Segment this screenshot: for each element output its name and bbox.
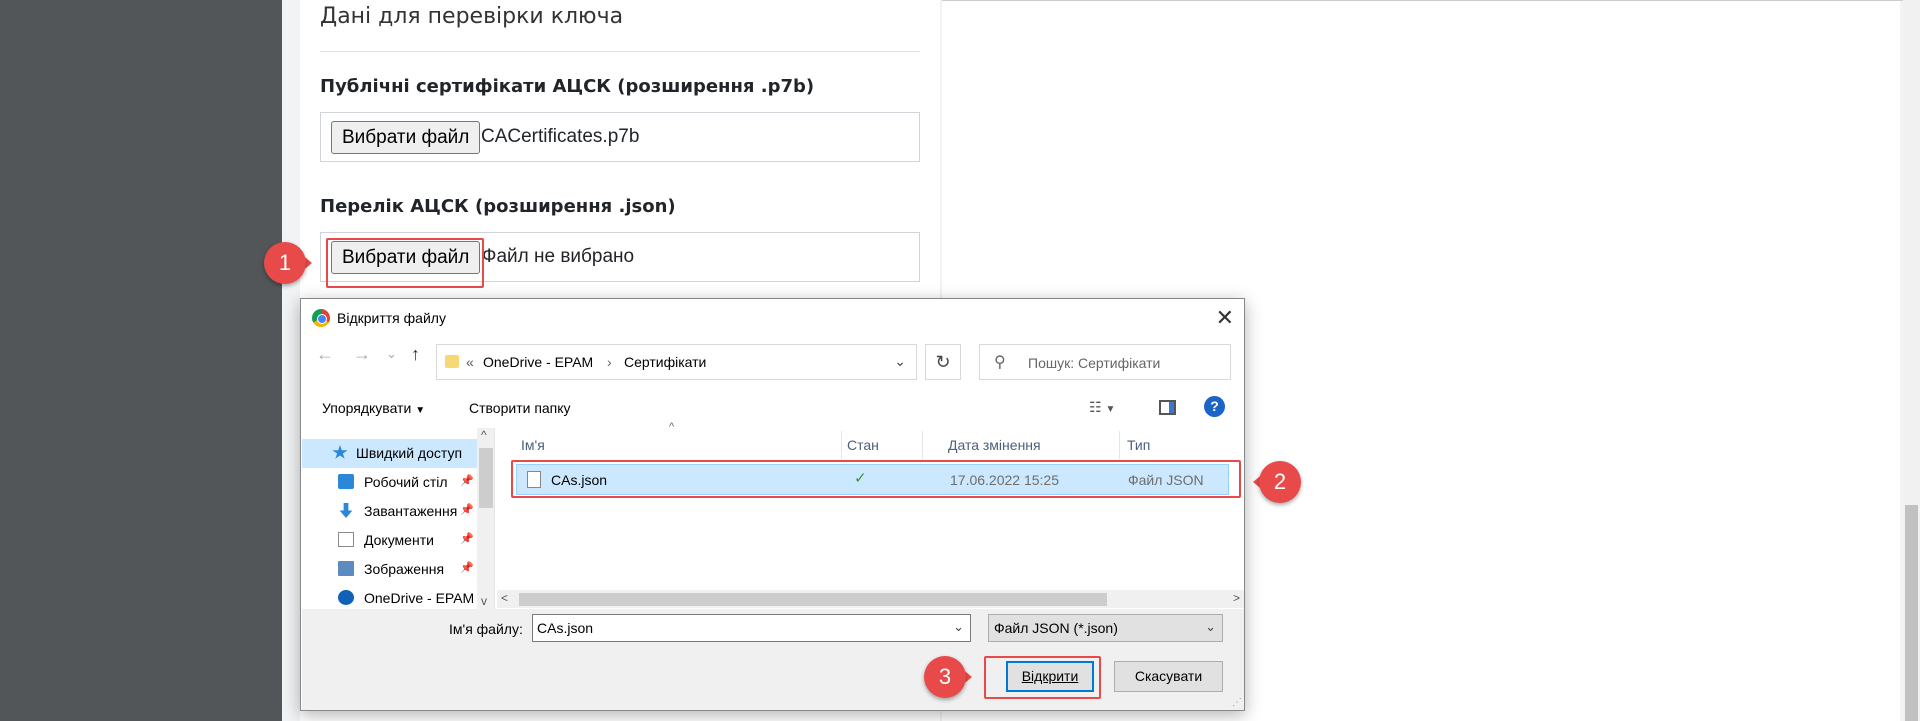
ca-list-label: Перелік АЦСК (розширення .json) [320,196,676,217]
up-arrow-icon[interactable]: ↑ [411,344,420,365]
sort-caret-icon: ^ [669,421,675,433]
scroll-down-icon[interactable]: v [481,594,487,608]
nav-item[interactable]: Завантаження 📌 [302,497,477,526]
section-divider [320,51,920,52]
document-icon [338,532,354,547]
ca-certificates-file-input[interactable]: Вибрати файл CACertificates.p7b [320,112,920,162]
search-placeholder: Пошук: Сертифікати [1028,355,1161,371]
nav-item-label: Робочий стіл [364,474,448,490]
file-name-input[interactable]: CAs.json ⌄ [532,614,971,642]
choose-file-button-1[interactable]: Вибрати файл [331,121,481,154]
file-row[interactable]: CAs.json ✓ 17.06.2022 15:25 Файл JSON [516,464,1229,495]
chosen-file-name-2: Файл не вибрано [482,246,635,267]
nav-item-label: Зображення [364,561,445,577]
column-type[interactable]: Тип [1127,431,1150,459]
column-separator[interactable] [841,431,842,459]
nav-item-label: Швидкий доступ [356,445,463,461]
nav-item[interactable]: Зображення 📌 [302,555,477,584]
path-dropdown-chevron-icon[interactable]: ⌄ [894,353,906,370]
file-name-value: CAs.json [537,620,594,636]
column-date-modified[interactable]: Дата змінення [948,431,1041,459]
star-icon [332,445,348,459]
nav-scroll-thumb[interactable] [479,448,493,508]
new-folder-button[interactable]: Створити папку [469,400,571,416]
file-list-horizontal-scrollbar[interactable]: < > [497,590,1244,608]
file-type-select[interactable]: Файл JSON (*.json) ⌄ [988,614,1223,642]
chrome-icon [312,309,330,327]
viewer-left-bar [0,0,282,721]
ca-list-file-input[interactable]: Вибрати файл Файл не вибрано [320,232,920,282]
column-separator[interactable] [922,431,923,459]
path-overflow[interactable]: « [466,354,474,370]
open-button[interactable]: Відкрити [1006,661,1094,692]
ca-certificates-label: Публічні сертифікати АЦСК (розширення .p… [320,76,815,97]
pin-icon: 📌 [460,504,474,516]
navigation-pane[interactable]: OneDrive - EPAM Зображення 📌 Документи 📌 Зава… [302,428,495,611]
top-divider [942,0,1907,1]
choose-file-button-2[interactable]: Вибрати файл [331,241,481,274]
file-date: 17.06.2022 15:25 [950,472,1059,488]
nav-item-label: Документи [364,532,434,548]
nav-pane-scrollbar[interactable]: ^ v [477,428,494,611]
close-icon[interactable]: ✕ [1216,305,1234,331]
folder-icon [445,355,459,368]
column-separator[interactable] [1119,431,1120,459]
page-scrollbar-thumb[interactable] [1905,505,1918,721]
dialog-title: Відкриття файлу [337,310,446,326]
scroll-left-icon[interactable]: < [501,591,508,605]
open-file-dialog: Відкриття файлу ✕ ← → ⌄ ↑ « OneDrive - E… [300,298,1245,711]
view-options-icon[interactable]: ☷ ▼ [1089,399,1115,416]
organize-menu-button[interactable]: Упорядкувати ▼ [322,400,425,416]
path-segment-onedrive[interactable]: OneDrive - EPAM [483,354,593,370]
download-icon [339,503,353,518]
cloud-icon [338,590,354,605]
scroll-right-icon[interactable]: > [1233,591,1240,605]
file-name-label: Ім'я файлу: [449,621,523,637]
chevron-down-icon: ⌄ [1205,619,1216,634]
section-title: Дані для перевірки ключа [320,4,624,29]
pin-icon: 📌 [460,562,474,574]
back-arrow-icon[interactable]: ← [316,344,334,365]
search-icon: ⚲ [994,354,1006,371]
file-name: CAs.json [551,472,608,488]
resize-grip-icon[interactable]: ⋰ [1232,697,1242,708]
file-type-value: Файл JSON (*.json) [994,620,1118,636]
path-segment-certificates[interactable]: Сертифікати [624,354,706,370]
image-icon [338,561,354,576]
address-bar[interactable]: « OneDrive - EPAM › Сертифікати ⌄ [436,344,917,380]
chevron-down-icon[interactable]: ⌄ [953,619,964,635]
file-type: Файл JSON [1128,472,1204,488]
nav-item[interactable]: Швидкий доступ [302,439,477,468]
preview-pane-icon[interactable] [1159,400,1176,415]
path-separator-icon: › [607,354,612,370]
nav-item[interactable]: Робочий стіл 📌 [302,468,477,497]
refresh-icon[interactable]: ↻ [925,344,961,380]
sync-check-circle-icon: ✓ [854,470,867,487]
search-input[interactable]: ⚲ Пошук: Сертифікати [979,344,1231,380]
column-name[interactable]: Ім'я [521,431,545,459]
file-icon [527,471,541,488]
nav-item-label: OneDrive - EPAM [364,590,475,606]
caret-down-icon: ▼ [415,405,426,416]
pin-icon: 📌 [460,475,474,487]
help-icon[interactable]: ? [1204,396,1225,417]
nav-item[interactable]: Документи 📌 [302,526,477,555]
chosen-file-name-1: CACertificates.p7b [481,126,640,147]
forward-arrow-icon[interactable]: → [353,344,371,365]
column-state[interactable]: Стан [847,431,879,459]
recent-locations-chevron-icon[interactable]: ⌄ [386,346,397,362]
cancel-button[interactable]: Скасувати [1114,661,1223,692]
nav-item-label: Завантаження [364,503,458,519]
h-scroll-thumb[interactable] [519,593,1107,606]
pin-icon: 📌 [460,533,474,545]
nav-item[interactable]: OneDrive - EPAM [302,584,477,611]
desktop-icon [338,474,354,489]
scroll-up-icon[interactable]: ^ [481,428,487,442]
